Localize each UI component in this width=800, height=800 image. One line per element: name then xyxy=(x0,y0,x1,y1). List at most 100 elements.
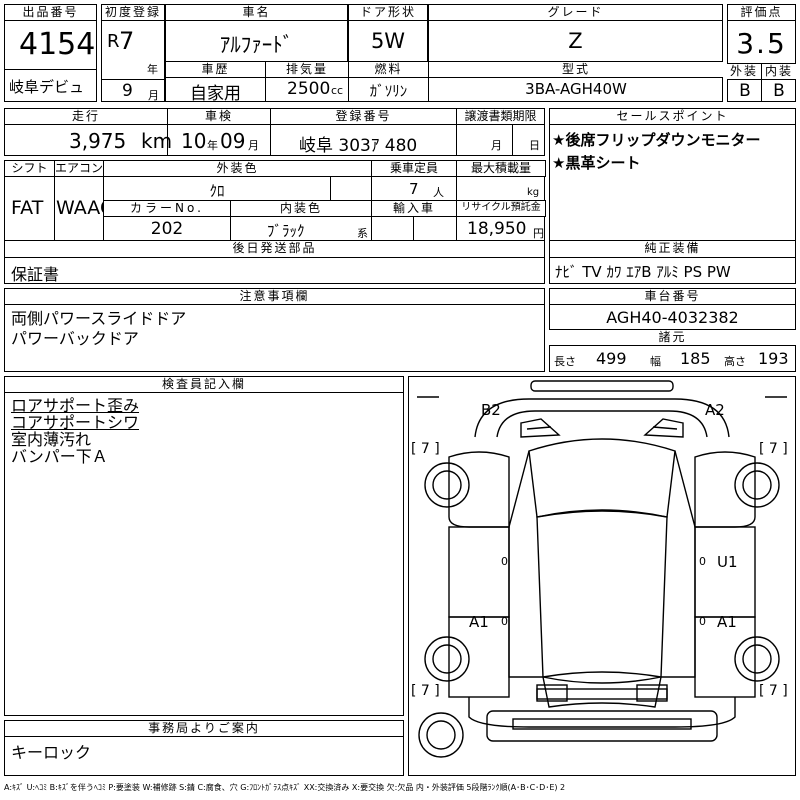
inspector-label: 検査員記入欄 xyxy=(4,376,404,393)
inspector-box: 検査員記入欄 ロアサポート歪み コアサポートシワ 室内薄汚れ バンパー下Ａ xyxy=(4,376,404,716)
damage-code-u1: U1 xyxy=(717,553,738,571)
history: 自家用 xyxy=(190,84,241,104)
height: 193 xyxy=(758,349,789,368)
zero-mark-right-front: 0 xyxy=(699,555,706,568)
chassis-label: 車台番号 xyxy=(549,288,796,305)
model-code-label: 型式 xyxy=(428,62,723,78)
score-label: 評価点 xyxy=(727,4,796,21)
grade-label: グレード xyxy=(428,4,723,21)
fuel-label: 燃料 xyxy=(348,62,429,78)
details-block: シフト エアコン 外装色 乗車定員 最大積載量 FAT WAAC ｸﾛ 7 人 … xyxy=(4,160,546,241)
later-docs: 保証書 xyxy=(11,265,60,284)
car-name: ｱﾙﾌｧｰﾄﾞ xyxy=(219,33,294,57)
sales-point-1: ★後席フリップダウンモニター xyxy=(552,131,761,149)
inspector-note-3: 室内薄汚れ xyxy=(11,430,92,449)
zero-mark-left-front: 0 xyxy=(501,555,508,568)
max-load-label: 最大積載量 xyxy=(456,160,546,177)
first-reg-year: 7 xyxy=(119,27,135,55)
displacement-label: 排気量 xyxy=(265,62,349,78)
spec-row: 車歴 排気量 燃料 型式 自家用 2500 cc ｶﾞｿﾘﾝ 3BA-AGH40… xyxy=(165,62,723,104)
import-label: 輸入車 xyxy=(371,200,457,217)
length: 499 xyxy=(596,349,627,368)
first-reg-era: R xyxy=(107,31,120,52)
later-docs-label: 後日発送部品 xyxy=(4,241,545,258)
shift-label: シフト xyxy=(4,160,55,177)
int-color: ﾌﾞﾗｯｸ xyxy=(267,222,305,240)
note-2: パワーバックドア xyxy=(11,329,139,348)
capacity-label: 乗車定員 xyxy=(371,160,457,177)
width-label: 幅 xyxy=(650,355,661,368)
history-label: 車歴 xyxy=(166,62,266,78)
office-label: 事務局よりご案内 xyxy=(4,720,404,737)
inspection-month: 09 xyxy=(220,129,246,153)
transfer-day: 日 xyxy=(529,139,540,152)
score-box: 評価点 3.5 外装 内装 B B xyxy=(727,4,796,102)
damage-code-b2: B2 xyxy=(481,401,501,419)
first-registration-box: 初度登録 R 7 年 9 月 xyxy=(101,4,165,102)
lot-number-label: 出品番号 xyxy=(4,4,97,21)
inspector-note-1: ロアサポート歪み xyxy=(11,396,140,415)
office-note: キーロック xyxy=(11,743,92,762)
interior-label: 内装 xyxy=(761,63,796,80)
sales-point-2: ★黒革シート xyxy=(552,154,641,172)
dims-label: 諸元 xyxy=(549,329,796,346)
chassis-box: 車台番号 AGH40-4032382 諸元 長さ 499 幅 185 高さ 19… xyxy=(549,288,796,372)
month-suffix: 月 xyxy=(148,89,159,102)
car-outline-diagram xyxy=(417,380,787,758)
plate-number: 岐阜 303ｱ 480 xyxy=(299,136,418,156)
length-label: 長さ xyxy=(554,355,576,368)
damage-legend: A:ｷｽﾞ U:ﾍｺﾐ B:ｷｽﾞを伴うﾍｺﾐ P:要塗装 W:補修跡 S:錆 … xyxy=(4,783,566,792)
damage-code-a1-left: A1 xyxy=(469,613,489,631)
car-name-label: 車名 xyxy=(165,4,348,21)
zero-mark-right-rear: 0 xyxy=(699,615,706,628)
lot-box: 出品番号 4154 岐阜デビュ xyxy=(4,4,97,102)
color-no-label: カラーNo. xyxy=(103,200,231,217)
recycle-label: リサイクル預託金 xyxy=(456,200,546,217)
later-docs-box: 後日発送部品 保証書 xyxy=(4,241,545,284)
fuel: ｶﾞｿﾘﾝ xyxy=(369,82,408,100)
transfer-month: 月 xyxy=(491,139,502,152)
door-type: 5W xyxy=(370,29,406,53)
inspection-year: 10 xyxy=(181,129,207,153)
color-no: 202 xyxy=(150,219,184,239)
sales-points-box: セールスポイント ★後席フリップダウンモニター ★黒革シート xyxy=(549,108,796,241)
grade-box: グレード Z xyxy=(428,4,723,62)
ac-label: エアコン xyxy=(54,160,104,177)
interior-grade: B xyxy=(773,81,785,101)
equipment: ﾅﾋﾞ TV ｶﾜ ｴｱB ｱﾙﾐ PS PW xyxy=(555,263,731,281)
capacity: 7 xyxy=(409,180,419,198)
recycle-unit: 円 xyxy=(533,227,544,240)
inspection-year-suffix: 年 xyxy=(207,139,218,152)
inspection-label: 車検 xyxy=(167,108,271,125)
first-reg-label: 初度登録 xyxy=(101,4,165,21)
year-suffix: 年 xyxy=(147,63,158,76)
grade: Z xyxy=(568,29,583,53)
int-color-label: 内装色 xyxy=(230,200,372,217)
tire-mark-rear-right: [ 7 ] xyxy=(759,683,788,699)
venue: 岐阜デビュ xyxy=(9,78,85,96)
tire-mark-front-left: [ 7 ] xyxy=(411,441,440,457)
damage-diagram: B2 A2 U1 A1 A1 [ 7 ] [ 7 ] [ 7 ] [ 7 ] 0… xyxy=(408,376,796,776)
chassis-number: AGH40-4032382 xyxy=(606,308,739,327)
note-1: 両側パワースライドドア xyxy=(11,309,187,328)
width: 185 xyxy=(680,349,711,368)
office-box: 事務局よりご案内 キーロック xyxy=(4,720,404,776)
exterior-grade: B xyxy=(739,81,751,101)
shift: FAT xyxy=(11,197,44,219)
mileage-row: 走行 車検 登録番号 譲渡書類期限 3,975 km 10 年 09 月 岐阜 … xyxy=(4,108,545,156)
ext-color-label: 外装色 xyxy=(103,160,372,177)
lot-number: 4154 xyxy=(19,27,96,62)
inspector-note-2: コアサポートシワ xyxy=(11,413,140,432)
recycle-fee: 18,950 xyxy=(467,219,527,239)
notes-box: 注意事項欄 両側パワースライドドア パワーバックドア xyxy=(4,288,545,372)
ext-color: ｸﾛ xyxy=(209,182,225,200)
tire-mark-rear-left: [ 7 ] xyxy=(411,683,440,699)
model-code: 3BA-AGH40W xyxy=(525,80,627,98)
mileage: 3,975 xyxy=(69,129,127,153)
max-load-unit: kg xyxy=(527,187,540,198)
sales-label: セールスポイント xyxy=(549,108,796,125)
exterior-label: 外装 xyxy=(727,63,762,80)
notes-label: 注意事項欄 xyxy=(4,288,545,305)
damage-code-a1-right: A1 xyxy=(717,613,737,631)
mileage-label: 走行 xyxy=(4,108,168,125)
